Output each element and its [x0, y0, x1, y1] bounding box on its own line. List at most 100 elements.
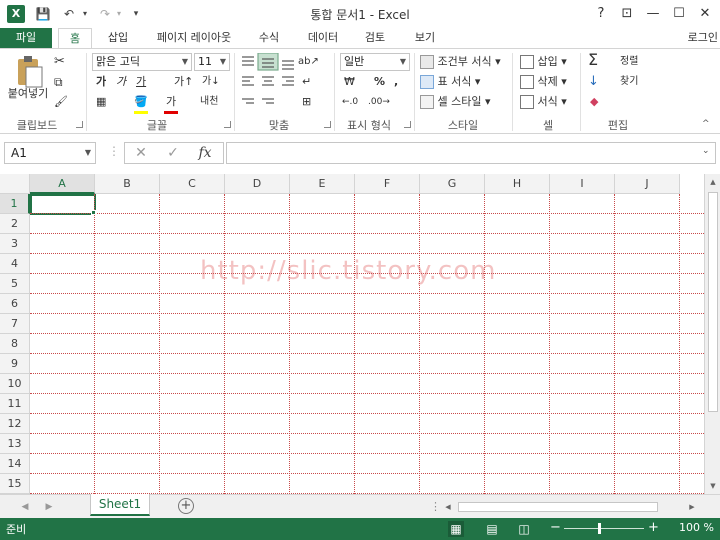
row-header[interactable]: 7 — [0, 314, 30, 334]
increase-decimal-button[interactable]: ←.0 — [342, 93, 358, 111]
fill-color-icon[interactable]: 🪣 — [134, 93, 148, 111]
row-header[interactable]: 15 — [0, 474, 30, 494]
italic-button[interactable]: 가 — [116, 73, 126, 91]
font-size-select[interactable]: 11 ▼ — [194, 53, 230, 71]
row-header[interactable]: 12 — [0, 414, 30, 434]
delete-cells-button[interactable]: 삭제 ▾ — [520, 73, 567, 91]
row-header[interactable]: 3 — [0, 234, 30, 254]
insert-cells-button[interactable]: 삽입 ▾ — [520, 53, 567, 71]
percent-button[interactable]: % — [374, 73, 385, 91]
active-cell[interactable] — [30, 194, 96, 215]
column-header[interactable]: B — [95, 174, 160, 194]
scroll-down-icon[interactable]: ▼ — [705, 478, 720, 494]
scroll-right-icon[interactable]: ▶ — [684, 499, 700, 515]
clipboard-launcher-icon[interactable] — [76, 121, 83, 128]
conditional-formatting-button[interactable]: 조건부 서식 ▾ — [420, 53, 501, 71]
tab-data[interactable]: 데이터 — [300, 28, 346, 48]
grow-font-button[interactable]: 가↑ — [174, 73, 193, 91]
prev-sheet-icon[interactable]: ◀ — [18, 499, 32, 515]
horizontal-scrollbar[interactable]: ◀ ▶ — [440, 499, 700, 515]
row-header[interactable]: 8 — [0, 334, 30, 354]
font-launcher-icon[interactable] — [224, 121, 231, 128]
row-header[interactable]: 4 — [0, 254, 30, 274]
borders-icon[interactable]: ▦ — [96, 93, 106, 111]
add-sheet-button[interactable]: + — [178, 498, 194, 514]
cell-area[interactable] — [30, 194, 704, 494]
vertical-scrollbar[interactable]: ▲ ▼ — [704, 174, 720, 494]
tab-file[interactable]: 파일 — [0, 28, 52, 48]
row-header[interactable]: 11 — [0, 394, 30, 414]
alignment-launcher-icon[interactable] — [324, 121, 331, 128]
enter-icon[interactable]: ✓ — [159, 143, 187, 163]
normal-view-icon[interactable]: ▦ — [448, 521, 464, 537]
format-painter-icon[interactable]: 🖌 — [54, 93, 70, 111]
column-header[interactable]: I — [550, 174, 615, 194]
tab-insert[interactable]: 삽입 — [100, 28, 136, 48]
tab-home[interactable]: 홈 — [58, 28, 92, 48]
currency-button[interactable]: ₩ — [344, 73, 355, 91]
row-header[interactable]: 10 — [0, 374, 30, 394]
minimize-icon[interactable]: — — [640, 3, 666, 25]
vertical-scroll-thumb[interactable] — [708, 192, 718, 412]
column-header[interactable]: E — [290, 174, 355, 194]
column-header[interactable]: A — [30, 174, 95, 194]
find-select-button[interactable]: 찾기 — [620, 73, 638, 91]
row-header[interactable]: 5 — [0, 274, 30, 294]
tab-formulas[interactable]: 수식 — [250, 28, 288, 48]
zoom-slider-thumb[interactable] — [598, 523, 601, 534]
format-as-table-button[interactable]: 표 서식 ▾ — [420, 73, 480, 91]
row-header[interactable]: 14 — [0, 454, 30, 474]
ribbon-display-options-icon[interactable]: ⊡ — [614, 3, 640, 25]
font-color-button[interactable]: 가 — [166, 93, 176, 111]
clear-button[interactable]: ◆ — [590, 93, 598, 111]
login-link[interactable]: 로그인 — [688, 28, 718, 48]
name-box[interactable]: A1 ▼ — [4, 142, 96, 164]
expand-formula-bar-icon[interactable]: ⌄ — [702, 146, 710, 156]
sort-filter-button[interactable]: 정렬 — [620, 53, 638, 71]
row-header[interactable]: 2 — [0, 214, 30, 234]
fill-button[interactable]: ↓ — [588, 73, 599, 91]
close-icon[interactable]: ✕ — [692, 3, 718, 25]
maximize-icon[interactable]: ☐ — [666, 3, 692, 25]
shrink-font-button[interactable]: 가↓ — [202, 73, 220, 91]
column-header[interactable]: F — [355, 174, 420, 194]
row-header[interactable]: 6 — [0, 294, 30, 314]
page-layout-view-icon[interactable]: ▤ — [484, 521, 500, 537]
cancel-icon[interactable]: ✕ — [127, 143, 155, 163]
number-launcher-icon[interactable] — [404, 121, 411, 128]
phonetic-button[interactable]: 내천 — [200, 93, 218, 111]
fill-handle[interactable] — [91, 210, 96, 215]
collapse-ribbon-icon[interactable]: ^ — [702, 115, 710, 133]
next-sheet-icon[interactable]: ▶ — [42, 499, 56, 515]
column-header[interactable]: J — [615, 174, 680, 194]
font-name-select[interactable]: 맑은 고딕 ▼ — [92, 53, 192, 71]
wrap-text-icon[interactable]: ↵ — [302, 73, 311, 91]
column-header[interactable]: D — [225, 174, 290, 194]
scroll-up-icon[interactable]: ▲ — [705, 174, 720, 190]
number-format-select[interactable]: 일반 ▼ — [340, 53, 410, 71]
zoom-slider[interactable] — [564, 528, 644, 529]
scroll-left-icon[interactable]: ◀ — [440, 499, 456, 515]
row-header[interactable]: 1 — [0, 194, 30, 214]
paste-button[interactable]: 붙여넣기 — [4, 85, 52, 103]
column-header[interactable]: H — [485, 174, 550, 194]
zoom-in-button[interactable]: + — [648, 520, 659, 535]
select-all-corner[interactable] — [0, 174, 30, 194]
page-break-view-icon[interactable]: ◫ — [516, 521, 532, 537]
merge-center-icon[interactable]: ⊞ — [302, 93, 311, 111]
decrease-decimal-button[interactable]: .00→ — [368, 93, 390, 111]
format-cells-button[interactable]: 서식 ▾ — [520, 93, 567, 111]
cut-icon[interactable]: ✂ — [54, 53, 70, 71]
column-header[interactable]: C — [160, 174, 225, 194]
cell-styles-button[interactable]: 셀 스타일 ▾ — [420, 93, 491, 111]
autosum-button[interactable]: Σ — [588, 51, 598, 69]
tab-view[interactable]: 보기 — [406, 28, 444, 48]
tab-page-layout[interactable]: 페이지 레이아웃 — [146, 28, 242, 48]
comma-button[interactable]: , — [394, 73, 398, 91]
underline-button[interactable]: 가 — [136, 73, 146, 91]
orientation-button[interactable]: ab↗ — [298, 53, 319, 71]
zoom-out-button[interactable]: − — [550, 520, 561, 535]
insert-function-icon[interactable]: fx — [191, 143, 219, 163]
formula-input[interactable] — [226, 142, 716, 164]
horizontal-scroll-thumb[interactable] — [458, 502, 658, 512]
